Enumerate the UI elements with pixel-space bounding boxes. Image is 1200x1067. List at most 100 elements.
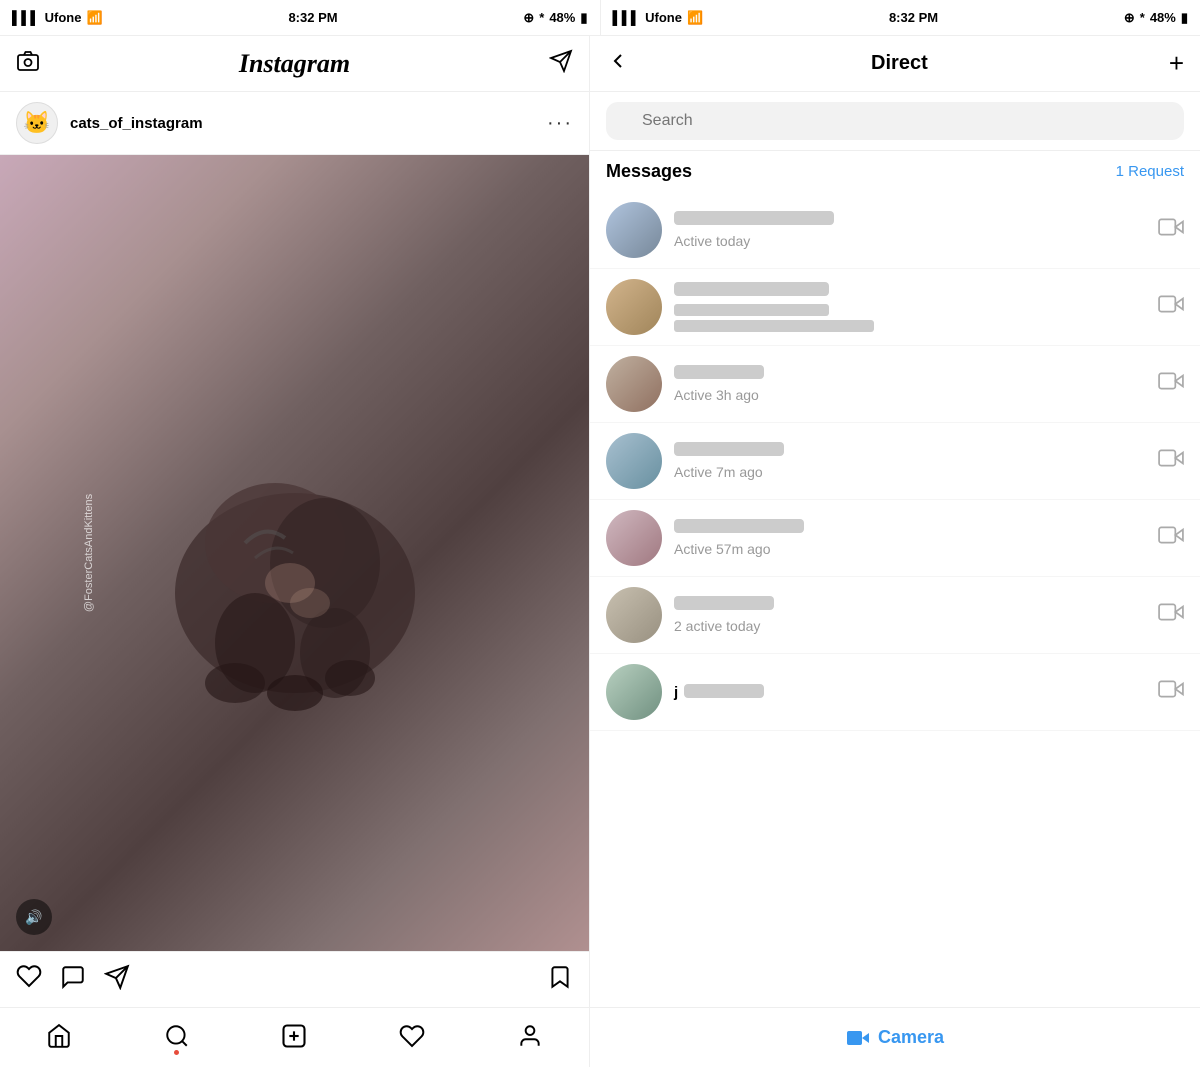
signal-icon-r: ▌▌▌ [613,10,641,25]
message-avatar-6 [606,587,662,643]
direct-header: Direct + [590,36,1200,92]
message-avatar-4 [606,433,662,489]
message-item[interactable] [590,269,1200,346]
message-avatar-7 [606,664,662,720]
message-avatar-5 [606,510,662,566]
message-avatar-2 [606,279,662,335]
nav-home[interactable] [0,1008,118,1063]
message-name-5 [674,519,804,533]
message-name-4 [674,442,784,456]
left-panel: Instagram 🐱 cats_of_instagram ··· [0,36,590,1067]
message-info-4: Active 7m ago [674,442,1146,480]
save-button[interactable] [547,964,573,995]
message-list: Active today [590,192,1200,1007]
ig-header: Instagram [0,36,589,92]
message-info-2 [674,282,1146,332]
camera-header-icon[interactable] [16,48,40,79]
message-info-1: Active today [674,211,1146,249]
message-status-3: Active 3h ago [674,387,1146,403]
carrier-right: ▌▌▌ Ufone 📶 [613,10,704,26]
message-name-3 [674,365,764,379]
message-avatar-3 [606,356,662,412]
nav-profile[interactable] [471,1008,589,1063]
status-bar: ▌▌▌ Ufone 📶 8:32 PM ⊕ * 48% ▮ ▌▌▌ Ufone … [0,0,1200,36]
message-item[interactable]: Active today [590,192,1200,269]
message-item[interactable]: Active 3h ago [590,346,1200,423]
wifi-icon-r: 📶 [687,10,703,26]
camera-icon-5[interactable] [1158,522,1184,554]
ig-header-icons [549,49,573,79]
main-content: Instagram 🐱 cats_of_instagram ··· [0,36,1200,1067]
time-right: 8:32 PM [889,10,938,25]
message-info-3: Active 3h ago [674,365,1146,403]
bt-icon-r: * [1140,10,1145,25]
camera-icon-7[interactable] [1158,676,1184,708]
profile-name: cats_of_instagram [70,115,535,132]
nav-dot [174,1050,179,1055]
message-status-4: Active 7m ago [674,464,1146,480]
messages-title: Messages [606,161,692,182]
nav-add[interactable] [236,1008,354,1063]
message-name-6 [674,596,774,610]
back-button[interactable] [606,49,630,79]
message-name-prefix-7: j [674,684,678,701]
messages-header: Messages 1 Request [590,151,1200,192]
wifi-icon: 📶 [86,10,102,26]
message-name-1 [674,211,834,225]
bt-icon: * [539,10,544,25]
post-image-content: @FosterCatsAndKittens 🔊 [0,155,589,951]
message-info-6: 2 active today [674,596,1146,634]
message-item[interactable]: Active 57m ago [590,500,1200,577]
camera-icon-3[interactable] [1158,368,1184,400]
sound-button[interactable]: 🔊 [16,899,52,935]
instagram-logo: Instagram [239,49,350,79]
profile-avatar: 🐱 [16,102,58,144]
share-button[interactable] [104,964,130,995]
kitten-silhouette [135,363,455,743]
request-link[interactable]: 1 Request [1116,163,1184,180]
search-wrapper [606,102,1184,140]
time-left: 8:32 PM [288,10,337,25]
camera-button[interactable]: Camera [846,1026,944,1050]
message-status-5: Active 57m ago [674,541,1146,557]
message-status-6: 2 active today [674,618,1146,634]
message-name-7 [684,684,764,698]
camera-label: Camera [878,1027,944,1048]
battery-right: ⊕ * 48% ▮ [1124,10,1188,26]
message-item[interactable]: 2 active today [590,577,1200,654]
bottom-nav [0,1007,589,1067]
status-bar-right: ▌▌▌ Ufone 📶 8:32 PM ⊕ * 48% ▮ [600,0,1200,35]
camera-icon-1[interactable] [1158,214,1184,246]
comment-button[interactable] [60,964,86,995]
camera-icon-4[interactable] [1158,445,1184,477]
message-item[interactable]: j [590,654,1200,731]
camera-icon-2[interactable] [1158,291,1184,323]
new-message-button[interactable]: + [1169,48,1184,79]
paper-plane-icon[interactable] [549,49,573,79]
location-icon-r: ⊕ [1124,10,1135,26]
message-status-2 [674,304,1146,332]
direct-bottom-bar: Camera [590,1007,1200,1067]
nav-search[interactable] [118,1008,236,1063]
battery-left: ⊕ * 48% ▮ [523,10,587,26]
search-input[interactable] [606,102,1184,140]
camera-icon-6[interactable] [1158,599,1184,631]
message-info-7: j [674,684,1146,701]
like-button[interactable] [16,963,42,996]
status-bar-left: ▌▌▌ Ufone 📶 8:32 PM ⊕ * 48% ▮ [0,0,600,35]
watermark: @FosterCatsAndKittens [83,494,95,612]
message-status-1: Active today [674,233,1146,249]
post-actions [0,951,589,1007]
nav-activity[interactable] [353,1008,471,1063]
message-avatar-1 [606,202,662,258]
battery-icon-r: ▮ [1181,10,1188,26]
direct-title: Direct [646,52,1153,75]
signal-icon: ▌▌▌ [12,10,40,25]
message-name-2 [674,282,829,296]
message-info-5: Active 57m ago [674,519,1146,557]
message-item[interactable]: Active 7m ago [590,423,1200,500]
more-options-icon[interactable]: ··· [547,112,573,135]
carrier-left: ▌▌▌ Ufone 📶 [12,10,103,26]
post-image: @FosterCatsAndKittens 🔊 [0,155,589,951]
profile-bar[interactable]: 🐱 cats_of_instagram ··· [0,92,589,155]
